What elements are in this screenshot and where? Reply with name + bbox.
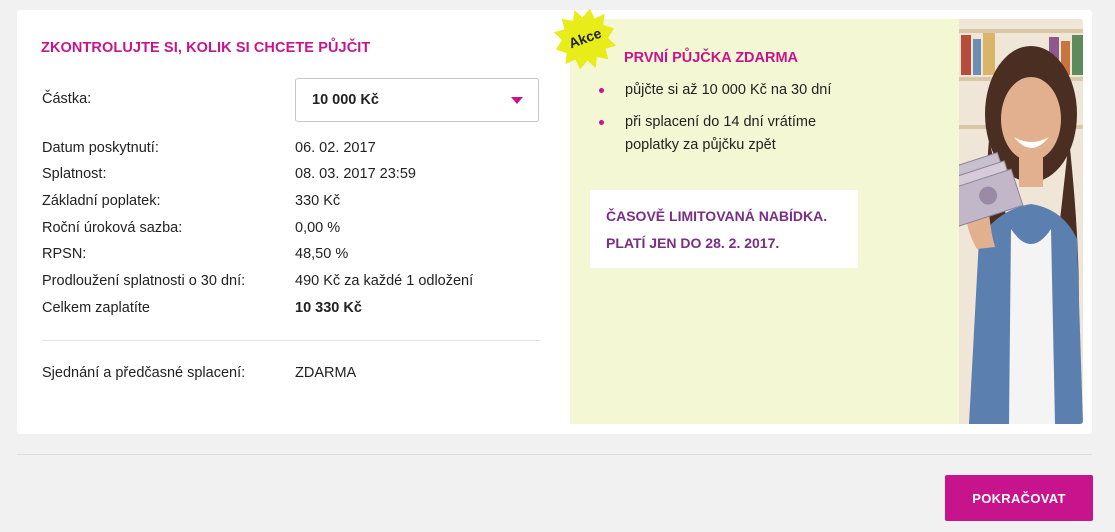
row-value-total: 10 330 Kč <box>295 300 362 316</box>
footer-divider <box>17 454 1092 455</box>
row-label-due: Splatnost: <box>42 166 107 182</box>
row-value-due: 08. 03. 2017 23:59 <box>295 166 416 182</box>
row-label-apr: RPSN: <box>42 246 87 262</box>
row-label-arrangement: Sjednání a předčasné splacení: <box>42 365 246 381</box>
promo-title: PRVNÍ PŮJČKA ZDARMA <box>624 50 799 66</box>
row-value-extension: 490 Kč za každé 1 odložení <box>295 273 474 289</box>
amount-label: Částka: <box>42 91 92 107</box>
bullet-dot-icon <box>599 88 604 93</box>
row-value-apr: 48,50 % <box>295 246 349 262</box>
amount-select-value: 10 000 Kč <box>312 92 379 108</box>
offer-line-2: PLATÍ JEN DO 28. 2. 2017. <box>606 235 780 251</box>
row-value-fee: 330 Kč <box>295 193 341 209</box>
row-label-extension: Prodloužení splatnosti o 30 dní: <box>42 273 246 289</box>
row-label-fee: Základní poplatek: <box>42 193 161 209</box>
promo-bullet-text: půjčte si až 10 000 Kč na 30 dní <box>625 82 832 98</box>
bullet-dot-icon <box>599 120 604 125</box>
row-value-arrangement: ZDARMA <box>295 365 357 381</box>
promo-panel: PRVNÍ PŮJČKA ZDARMA půjčte si až 10 000 … <box>570 19 1083 424</box>
divider <box>42 340 540 341</box>
chevron-down-icon <box>511 97 523 104</box>
promo-bullet-text: při splacení do 14 dní vrátíme poplatky … <box>625 114 817 153</box>
woman-with-money-photo <box>959 19 1083 424</box>
row-label-interest: Roční úroková sazba: <box>42 220 183 236</box>
row-label-date: Datum poskytnutí: <box>42 140 159 156</box>
row-label-total: Celkem zaplatíte <box>42 300 150 316</box>
calculator-title: ZKONTROLUJTE SI, KOLIK SI CHCETE PŮJČIT <box>41 40 371 56</box>
offer-line-1: ČASOVĚ LIMITOVANÁ NABÍDKA. <box>606 208 828 224</box>
row-value-date: 06. 02. 2017 <box>295 140 376 156</box>
amount-select[interactable]: 10 000 Kč <box>295 78 539 122</box>
limited-offer-box: ČASOVĚ LIMITOVANÁ NABÍDKA. PLATÍ JEN DO … <box>590 190 858 268</box>
loan-summary-card: ZKONTROLUJTE SI, KOLIK SI CHCETE PŮJČIT … <box>17 8 1092 434</box>
row-value-interest: 0,00 % <box>295 220 341 236</box>
continue-button[interactable]: POKRAČOVAT <box>945 475 1093 521</box>
